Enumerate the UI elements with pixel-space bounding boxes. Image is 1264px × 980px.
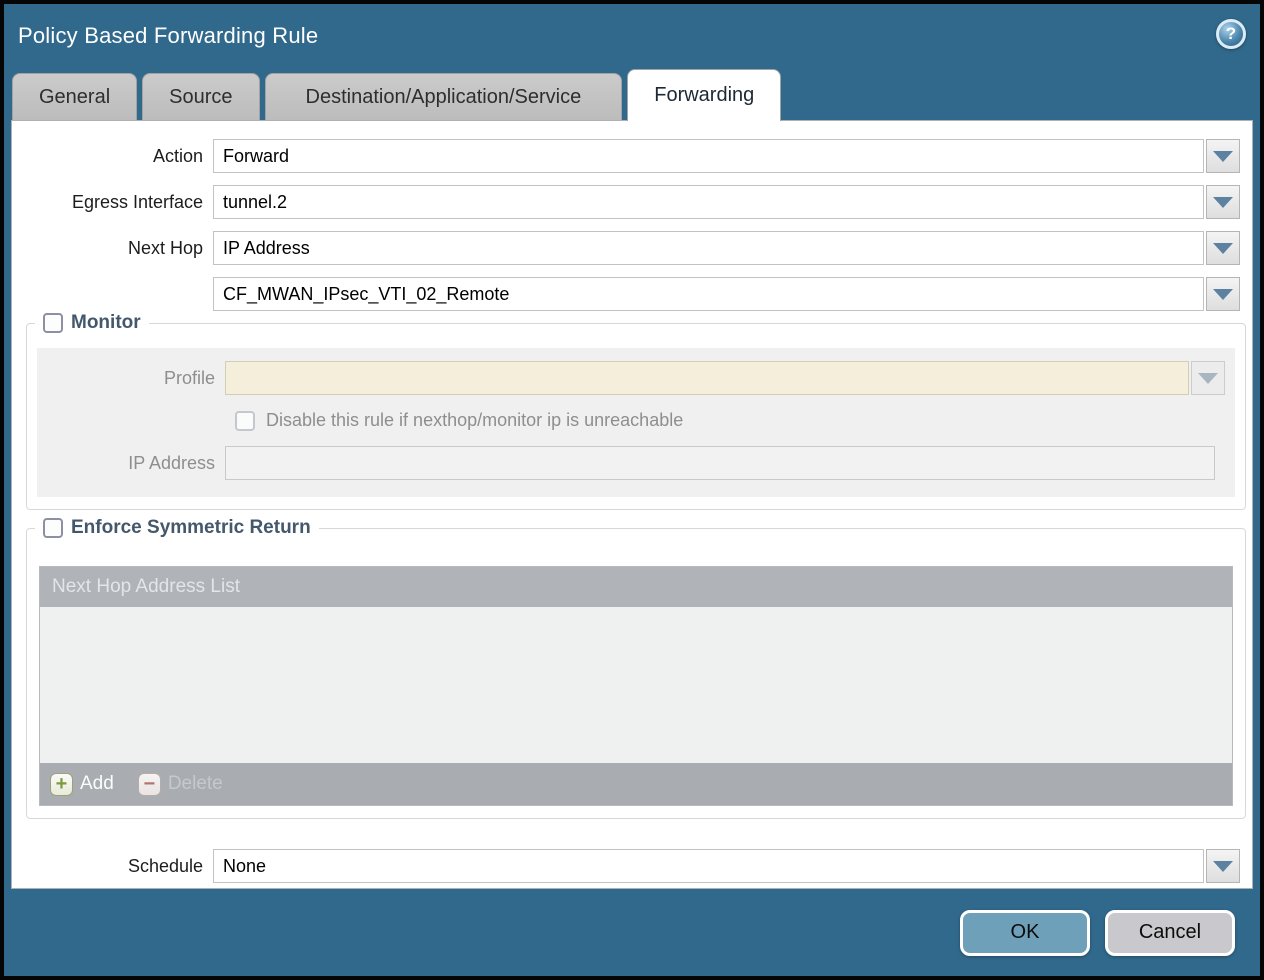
table-header: Next Hop Address List <box>40 567 1232 607</box>
monitor-ip-address-input <box>225 446 1215 480</box>
monitor-title: Monitor <box>71 312 141 333</box>
forwarding-tab-panel: Action Forward Egress Interface tunnel.2… <box>11 120 1253 889</box>
cancel-button[interactable]: Cancel <box>1105 909 1235 956</box>
monitor-legend: Monitor <box>35 312 149 334</box>
tab-source[interactable]: Source <box>142 73 260 120</box>
add-button[interactable]: + Add <box>50 772 114 796</box>
chevron-down-icon <box>1213 860 1233 872</box>
symmetric-return-title: Enforce Symmetric Return <box>71 517 311 538</box>
plus-icon: + <box>50 772 73 796</box>
egress-interface-select[interactable]: tunnel.2 <box>213 185 1204 219</box>
tab-bar: General Source Destination/Application/S… <box>4 68 1260 121</box>
chevron-down-icon <box>1213 288 1233 300</box>
monitor-ip-address-row: IP Address <box>37 446 1225 480</box>
minus-icon: − <box>137 772 161 796</box>
next-hop-type-select[interactable]: IP Address <box>213 231 1204 265</box>
next-hop-dropdown-button[interactable] <box>1206 231 1240 265</box>
disable-rule-row: Disable this rule if nexthop/monitor ip … <box>235 410 1235 431</box>
schedule-select[interactable]: None <box>213 849 1204 883</box>
schedule-row: Schedule None <box>12 849 1240 883</box>
next-hop-label: Next Hop <box>127 237 203 258</box>
next-hop-address-row: CF_MWAN_IPsec_VTI_02_Remote <box>12 277 1240 311</box>
schedule-dropdown-button[interactable] <box>1206 849 1240 883</box>
table-toolbar: + Add − Delete <box>40 763 1232 805</box>
egress-interface-dropdown-button[interactable] <box>1206 185 1240 219</box>
tab-general[interactable]: General <box>12 73 138 120</box>
ok-button[interactable]: OK <box>960 909 1090 956</box>
dialog-title: Policy Based Forwarding Rule <box>18 23 319 48</box>
help-icon[interactable]: ? <box>1216 19 1246 49</box>
delete-button: − Delete <box>137 772 223 796</box>
table-header-label: Next Hop Address List <box>52 576 240 597</box>
profile-select <box>225 361 1189 395</box>
symmetric-return-checkbox[interactable] <box>43 518 63 538</box>
monitor-section: Monitor Profile Disable this rule if nex… <box>26 312 1246 510</box>
tab-destination-application-service[interactable]: Destination/Application/Service <box>264 73 623 120</box>
monitor-ip-address-label: IP Address <box>128 452 215 473</box>
egress-interface-label: Egress Interface <box>71 191 203 212</box>
next-hop-address-select[interactable]: CF_MWAN_IPsec_VTI_02_Remote <box>213 277 1204 311</box>
profile-label: Profile <box>163 367 215 388</box>
disable-rule-label: Disable this rule if nexthop/monitor ip … <box>266 410 684 430</box>
symmetric-return-legend: Enforce Symmetric Return <box>35 517 319 539</box>
monitor-checkbox[interactable] <box>43 313 63 333</box>
action-dropdown-button[interactable] <box>1206 139 1240 173</box>
next-hop-address-list-table: Next Hop Address List + Add − Delete <box>39 566 1233 806</box>
profile-row: Profile <box>37 361 1225 395</box>
delete-button-label: Delete <box>167 773 223 794</box>
chevron-down-icon <box>1213 150 1233 162</box>
dialog-titlebar: Policy Based Forwarding Rule ? <box>4 4 1260 68</box>
profile-dropdown-button <box>1191 361 1225 395</box>
symmetric-return-section: Enforce Symmetric Return Next Hop Addres… <box>26 517 1246 819</box>
action-select[interactable]: Forward <box>213 139 1204 173</box>
chevron-down-icon <box>1198 372 1218 384</box>
table-body-empty[interactable] <box>40 607 1232 763</box>
action-label: Action <box>152 145 203 166</box>
next-hop-row: Next Hop IP Address <box>12 231 1240 265</box>
pbf-rule-dialog: Policy Based Forwarding Rule ? General S… <box>0 0 1264 980</box>
egress-interface-row: Egress Interface tunnel.2 <box>12 185 1240 219</box>
next-hop-address-dropdown-button[interactable] <box>1206 277 1240 311</box>
chevron-down-icon <box>1213 196 1233 208</box>
tab-forwarding[interactable]: Forwarding <box>627 69 782 121</box>
monitor-panel: Profile Disable this rule if nexthop/mon… <box>37 348 1235 497</box>
schedule-label: Schedule <box>127 855 203 876</box>
dialog-footer: OK Cancel <box>4 889 1260 976</box>
disable-rule-checkbox <box>235 410 255 431</box>
chevron-down-icon <box>1213 242 1233 254</box>
add-button-label: Add <box>80 773 114 794</box>
action-row: Action Forward <box>12 139 1240 173</box>
